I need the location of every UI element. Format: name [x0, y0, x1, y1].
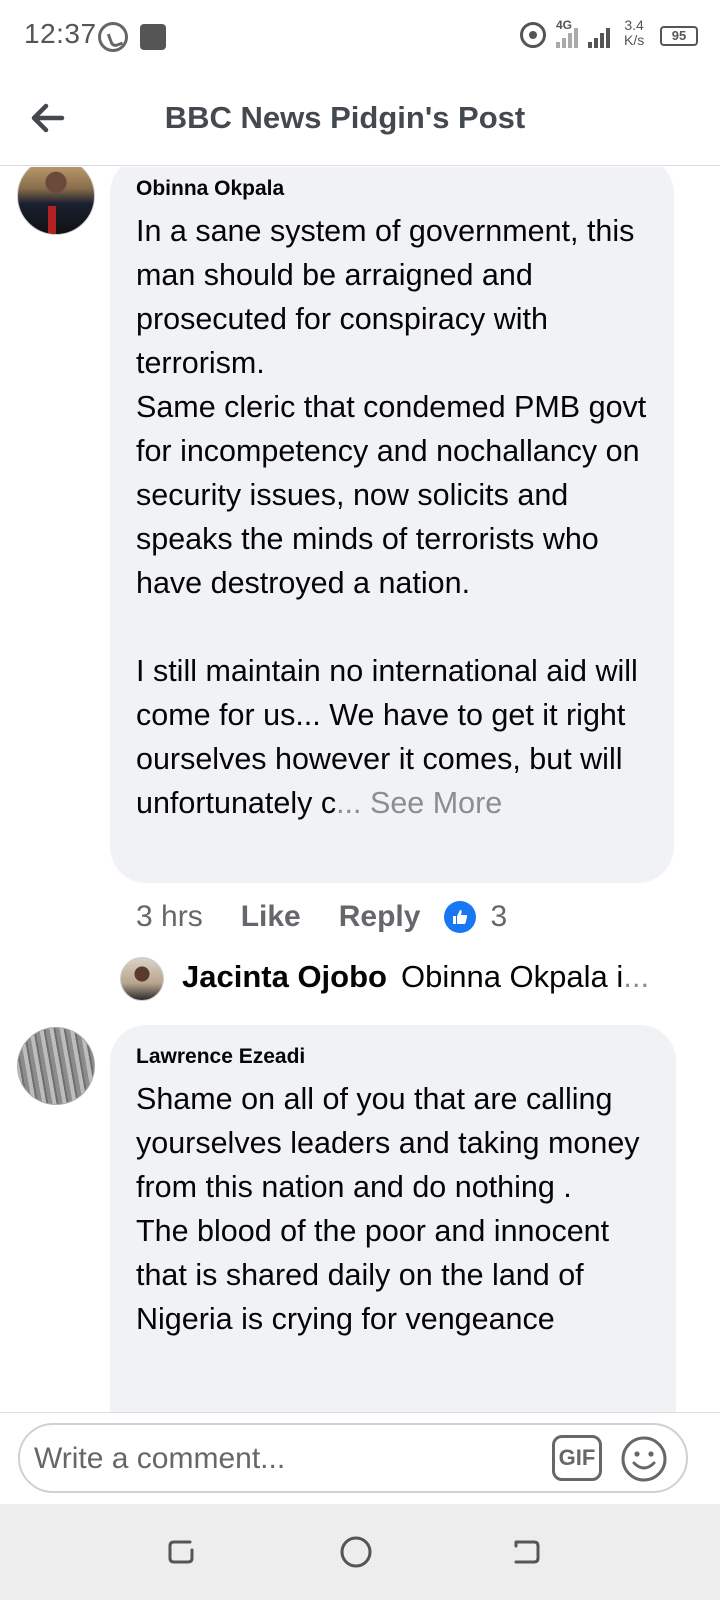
status-time: 12:37: [24, 18, 97, 49]
speed-unit: K/s: [624, 32, 645, 48]
avatar[interactable]: [17, 1027, 95, 1105]
gif-button[interactable]: GIF: [552, 1435, 602, 1481]
reply-button[interactable]: Reply: [339, 900, 421, 934]
comment-input[interactable]: [34, 1437, 534, 1481]
thumbs-up-icon: [444, 901, 477, 933]
home-icon[interactable]: [338, 1534, 374, 1570]
status-bar: 12:37 4G 3.4 K/s 95: [0, 0, 720, 72]
comment-text: In a sane system of government, this man…: [136, 209, 648, 825]
signal-icon: [556, 26, 582, 48]
comment-bubble[interactable]: Lawrence Ezeadi Shame on all of you that…: [110, 1025, 676, 1412]
avatar[interactable]: [17, 167, 95, 235]
speed-value: 3.4: [624, 17, 644, 33]
truncation-ellipsis: ...: [623, 959, 650, 994]
like-button[interactable]: Like: [241, 900, 301, 934]
battery-icon: 95: [660, 26, 698, 46]
truncation-ellipsis: ...: [336, 786, 362, 820]
comment-bubble[interactable]: Obinna Okpala In a sane system of govern…: [110, 167, 674, 883]
hotspot-icon: [520, 22, 546, 48]
comment-text: Shame on all of you that are calling you…: [136, 1082, 640, 1336]
notification-app-icon: [140, 24, 166, 50]
reaction-count[interactable]: 3: [490, 900, 507, 934]
reply-preview[interactable]: Jacinta Ojobo Obinna Okpala i...: [182, 959, 662, 995]
see-more-link[interactable]: See More: [370, 786, 502, 820]
comment-actions: 3 hrs Like Reply 3: [136, 895, 507, 939]
comment-author[interactable]: Obinna Okpala: [136, 177, 648, 201]
comment-author[interactable]: Lawrence Ezeadi: [136, 1045, 650, 1069]
comment-composer: GIF: [0, 1412, 720, 1504]
comment-body: In a sane system of government, this man…: [136, 214, 647, 820]
reply-author[interactable]: Jacinta Ojobo: [182, 959, 387, 994]
whatsapp-icon: [98, 22, 128, 52]
network-speed: 3.4 K/s: [624, 18, 644, 48]
comments-list: Obinna Okpala In a sane system of govern…: [0, 167, 720, 1412]
recent-apps-icon[interactable]: [164, 1534, 200, 1570]
post-header: BBC News Pidgin's Post: [0, 72, 720, 166]
avatar[interactable]: [120, 957, 164, 1001]
comment-box[interactable]: GIF: [18, 1423, 688, 1493]
comment-time: 3 hrs: [136, 900, 203, 933]
system-nav-bar: [0, 1504, 720, 1600]
signal-icon: [588, 26, 614, 48]
back-nav-icon[interactable]: [508, 1534, 544, 1570]
page-title: BBC News Pidgin's Post: [164, 100, 526, 135]
reply-snippet-text: Obinna Okpala i: [400, 959, 624, 994]
reply-snippet: Obinna Okpala i...: [401, 959, 649, 994]
smiley-icon[interactable]: [620, 1435, 668, 1483]
